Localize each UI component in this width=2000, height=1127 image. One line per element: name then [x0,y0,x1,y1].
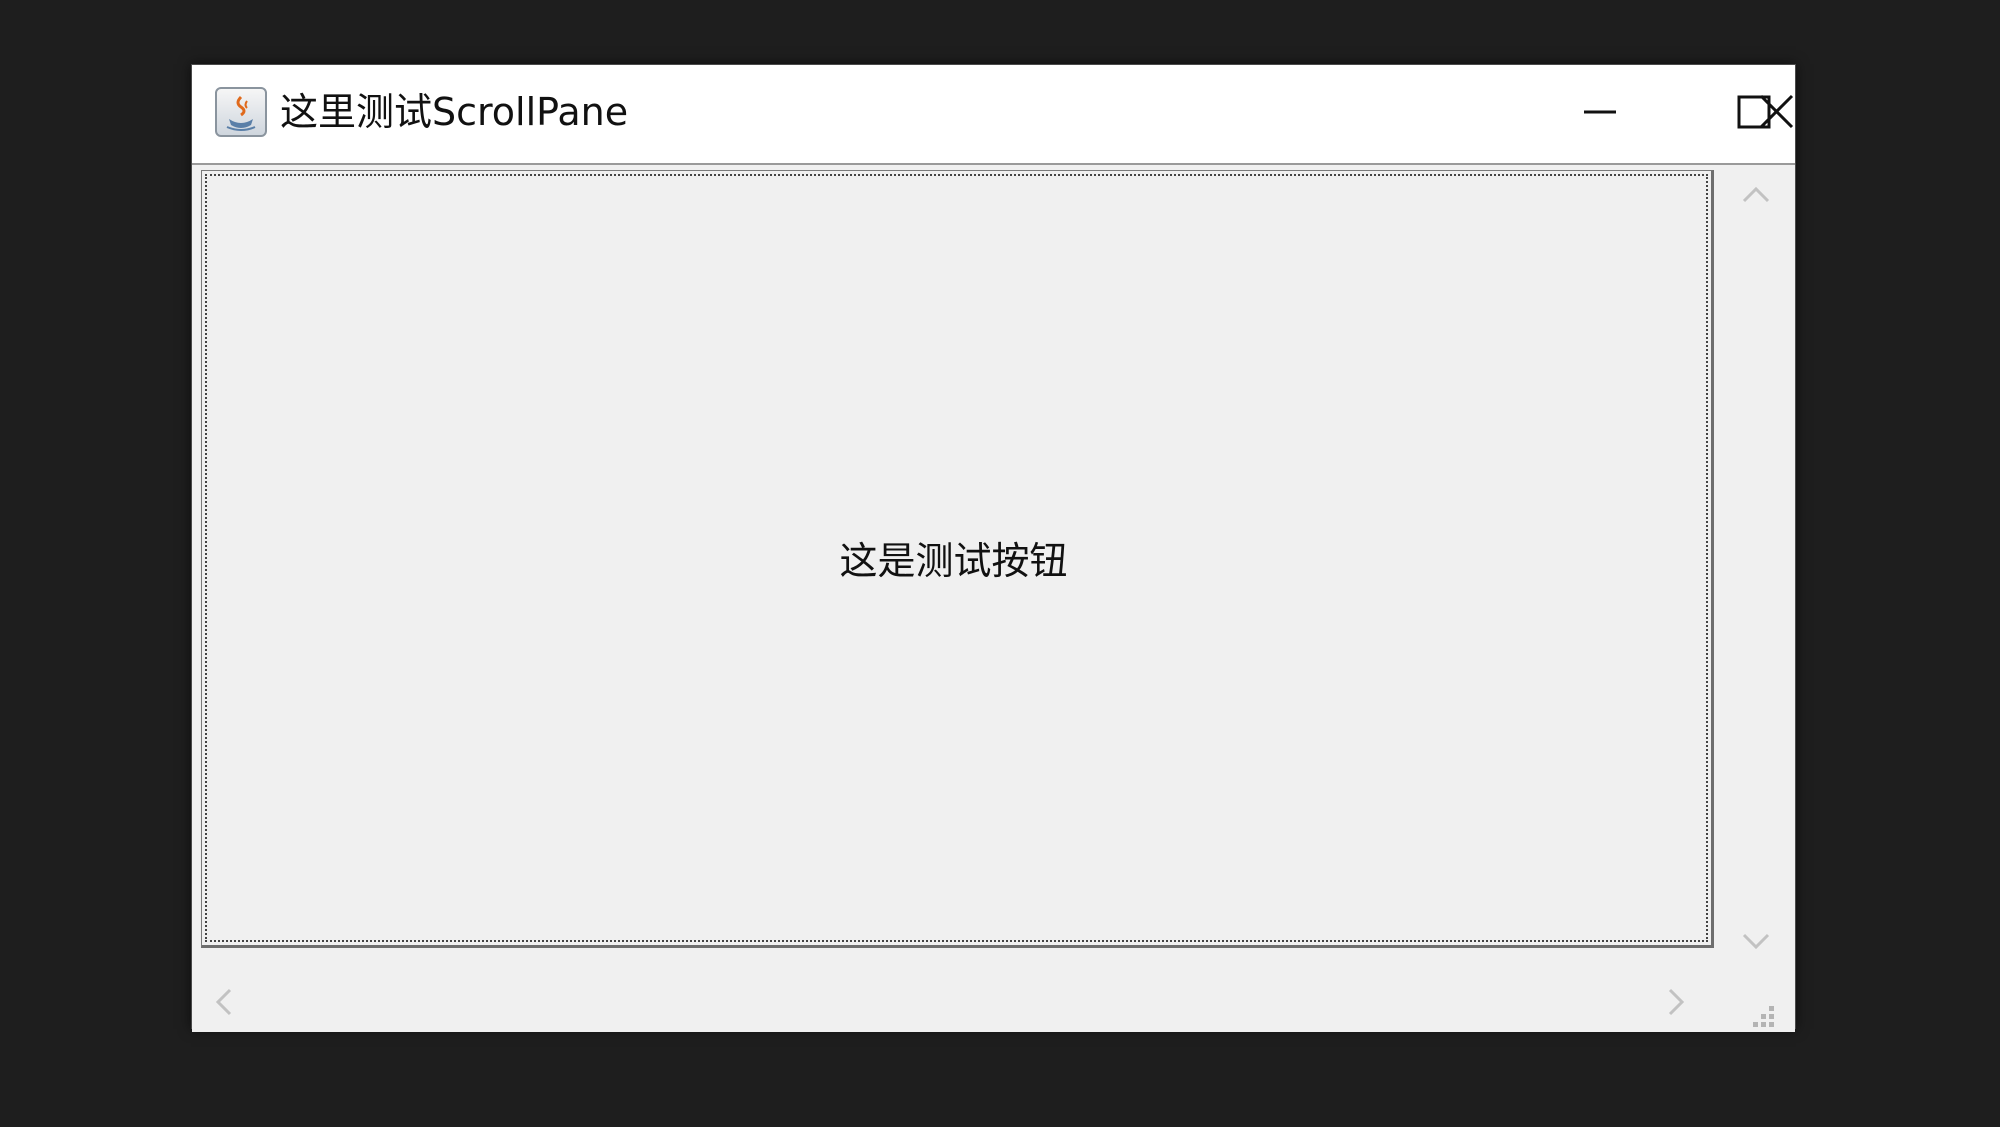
app-window: 这里测试ScrollPane 这是测试按钮 [191,64,1796,1032]
scroll-corner [1715,970,1795,1032]
chevron-left-icon [215,988,232,1016]
minimize-button[interactable] [1524,65,1674,163]
chevron-up-icon [1742,186,1770,203]
scroll-up-button[interactable] [1736,175,1776,215]
vertical-scrollbar[interactable] [1715,165,1795,970]
test-button-label: 这是测试按钮 [839,539,1068,583]
title-bar[interactable]: 这里测试ScrollPane [192,65,1795,163]
close-button[interactable] [1754,65,1796,163]
scroll-pane[interactable]: 这是测试按钮 [192,163,1795,1032]
scroll-down-button[interactable] [1736,921,1776,961]
chevron-down-icon [1742,933,1770,950]
chevron-right-icon [1668,988,1685,1016]
close-icon [1759,94,1794,129]
scroll-viewport: 这是测试按钮 [196,165,1714,952]
resize-grip-icon[interactable] [1715,970,1795,1032]
window-title: 这里测试ScrollPane [280,90,629,134]
scroll-left-button[interactable] [204,982,244,1022]
java-cup-icon[interactable] [215,87,267,137]
scroll-right-button[interactable] [1656,982,1696,1022]
test-button[interactable]: 这是测试按钮 [201,170,1714,948]
maximize-button[interactable] [1678,65,1828,163]
horizontal-scrollbar[interactable] [192,970,1715,1032]
